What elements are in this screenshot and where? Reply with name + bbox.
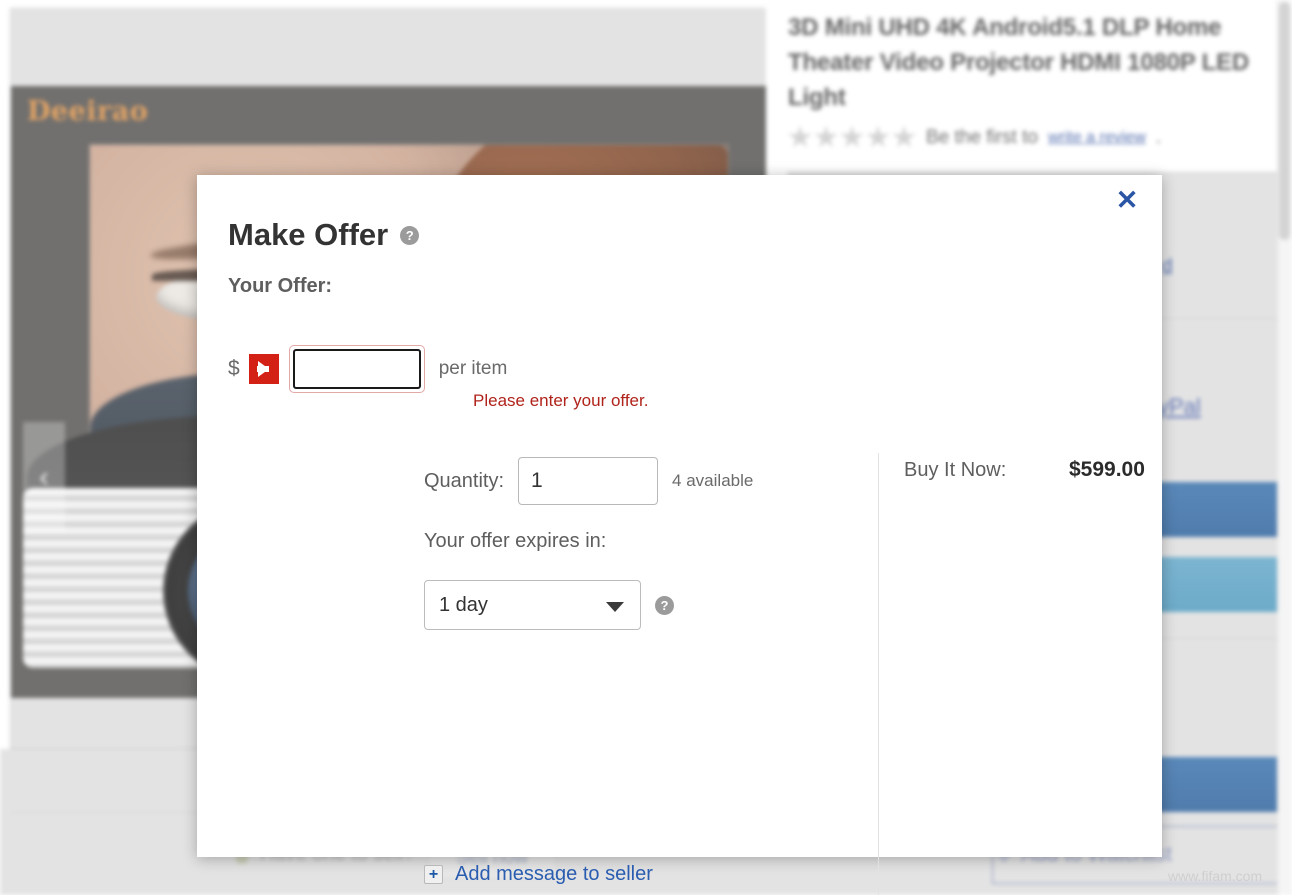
close-icon[interactable]: ✕	[1110, 183, 1144, 217]
quantity-label: Quantity:	[424, 469, 505, 492]
buy-it-now-label: Buy It Now:	[904, 459, 1007, 481]
your-offer-label: Your Offer:	[228, 275, 333, 297]
page-scrollbar-thumb[interactable]	[1279, 2, 1290, 240]
buy-it-now-row: Buy It Now: $599.00	[904, 458, 1145, 482]
site-watermark: www.fifam.com	[1168, 868, 1263, 884]
make-offer-dialog: ✕ Make Offer ? Your Offer: $ per item Pl…	[197, 175, 1162, 895]
star-icon	[892, 126, 916, 147]
paypal-link-fragment[interactable]: yPal	[1158, 394, 1201, 420]
review-period: .	[1155, 126, 1162, 148]
screen-root: Deeirao DLP	[0, 0, 1292, 895]
write-a-review-link[interactable]: write a review	[1048, 129, 1146, 147]
dialog-column-divider	[878, 453, 879, 895]
photo-brand-watermark: Deeirao	[27, 96, 149, 127]
star-icon	[866, 126, 890, 147]
page-title: 3D Mini UHD 4K Android5.1 DLP Home Theat…	[788, 14, 1249, 111]
offer-input-wrapper	[288, 345, 425, 393]
star-icon	[840, 126, 864, 147]
condition-link-fragment[interactable]: d	[1162, 256, 1173, 278]
offer-input-row: $ per item	[228, 345, 507, 393]
star-icon	[814, 126, 838, 147]
review-prompt: Be the first to	[926, 126, 1038, 148]
add-message-label: Add message to seller	[455, 863, 653, 885]
quantity-row: Quantity: 4 available	[424, 457, 753, 505]
gallery-topbar	[11, 9, 766, 85]
quantity-available-label: 4 available	[672, 471, 754, 490]
offer-expires-select[interactable]: 1 day	[424, 580, 641, 630]
buy-it-now-price: $599.00	[1069, 458, 1145, 481]
star-rating	[788, 126, 916, 149]
red-right-arrow-icon	[248, 354, 279, 384]
chevron-down-icon	[606, 602, 624, 612]
offer-expires-row: 1 day ?	[424, 580, 674, 630]
quantity-input[interactable]	[518, 457, 659, 505]
star-icon	[788, 126, 812, 147]
gallery-prev-icon[interactable]: ‹	[23, 422, 65, 532]
plus-icon: +	[424, 865, 443, 884]
offer-error-message: Please enter your offer.	[473, 391, 649, 410]
offer-expires-label: Your offer expires in:	[424, 530, 607, 552]
currency-symbol: $	[228, 357, 240, 380]
help-icon[interactable]: ?	[400, 225, 420, 245]
offer-form-column: Your Offer:	[228, 275, 848, 298]
dialog-header: Make Offer ?	[228, 217, 420, 253]
add-message-to-seller[interactable]: + Add message to seller	[424, 863, 653, 886]
expires-help-icon[interactable]: ?	[655, 595, 674, 615]
dialog-title: Make Offer	[228, 217, 389, 252]
offer-amount-input[interactable]	[292, 349, 421, 389]
per-item-label: per item	[438, 358, 508, 379]
rating-row: Be the first to write a review .	[788, 126, 1161, 149]
offer-expires-value: 1 day	[439, 593, 488, 616]
